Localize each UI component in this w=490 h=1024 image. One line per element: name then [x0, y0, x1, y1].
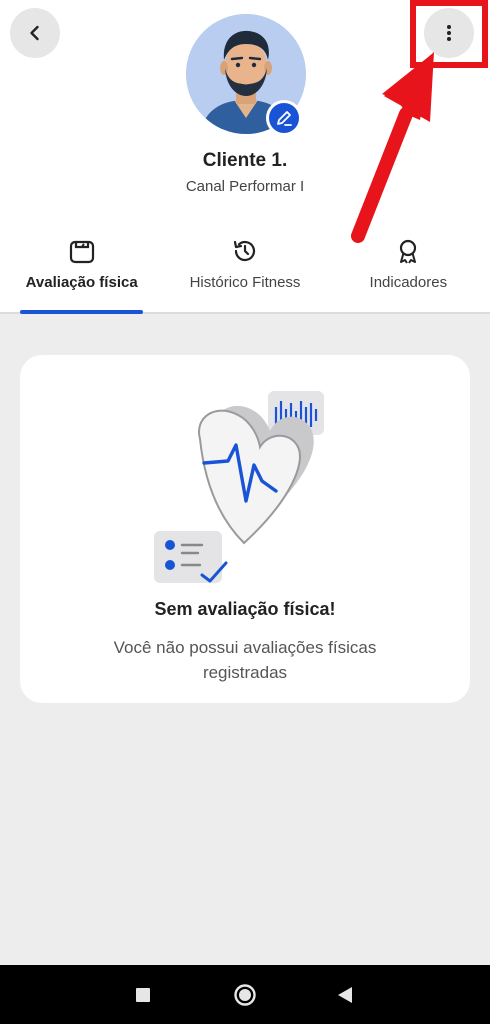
- back-nav-button[interactable]: [337, 986, 353, 1009]
- tab-indicadores[interactable]: Indicadores: [327, 236, 490, 314]
- recents-button[interactable]: [135, 987, 151, 1008]
- tab-historico-fitness[interactable]: Histórico Fitness: [163, 236, 326, 314]
- edit-avatar-button[interactable]: [266, 100, 302, 136]
- empty-state-description: Você não possui avaliações físicas regis…: [113, 638, 377, 682]
- empty-state-card: Sem avaliação física! Você não possui av…: [20, 355, 470, 703]
- profile-header: Cliente 1. Canal Performar I Avaliação f…: [0, 0, 490, 314]
- client-subtitle: Canal Performar I: [185, 178, 305, 195]
- square-icon: [136, 988, 150, 1002]
- award-icon: [393, 236, 423, 266]
- pencil-icon: [277, 111, 292, 126]
- scale-icon: [67, 236, 97, 266]
- avatar-container: [186, 14, 306, 136]
- triangle-back-icon: [338, 987, 352, 1003]
- active-tab-indicator: [20, 310, 143, 314]
- system-navigation-bar: [0, 965, 490, 1024]
- back-button[interactable]: [10, 8, 60, 58]
- circle-icon: [234, 984, 256, 1006]
- heart-monitor-illustration: [154, 391, 324, 583]
- home-button[interactable]: [233, 983, 257, 1012]
- tab-avaliacao-fisica[interactable]: Avaliação física: [0, 236, 163, 314]
- empty-state-title: Sem avaliação física!: [154, 599, 336, 619]
- tab-label: Indicadores: [369, 274, 448, 291]
- history-icon: [230, 236, 260, 266]
- tab-label: Avaliação física: [25, 274, 138, 291]
- chevron-left-icon: [30, 25, 39, 41]
- more-vertical-icon: [447, 25, 451, 41]
- client-name: Cliente 1.: [202, 150, 288, 171]
- tab-label: Histórico Fitness: [189, 274, 301, 291]
- tab-bar: Avaliação física Histórico Fitness Indic…: [0, 236, 490, 314]
- more-options-button[interactable]: [424, 8, 474, 58]
